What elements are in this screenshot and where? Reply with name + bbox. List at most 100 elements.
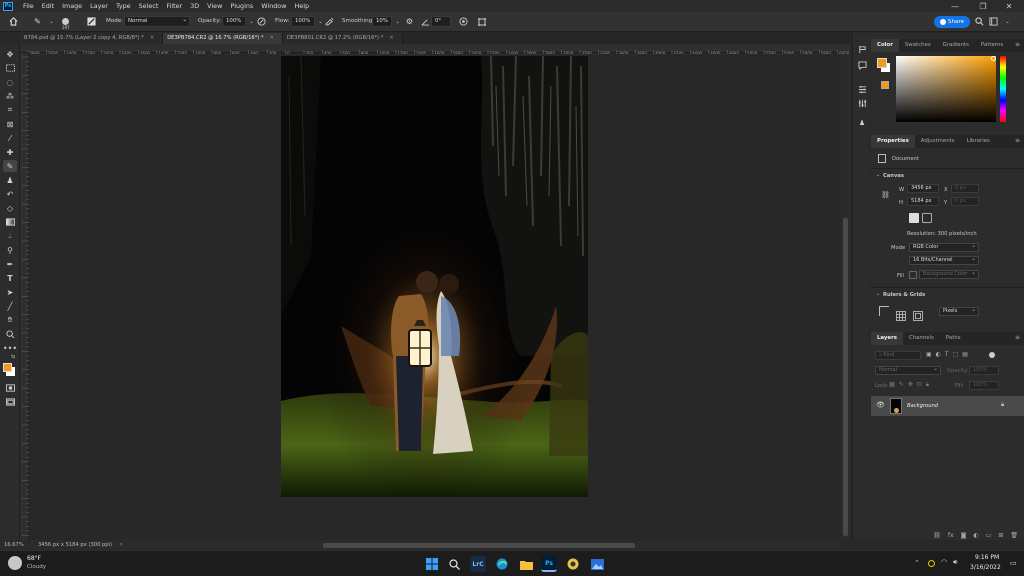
tab-document-2[interactable]: DE3PB784.CR2 @ 16.7% (RGB/16*) * ✕ [163,33,283,44]
tab-paths[interactable]: Paths [940,332,967,345]
weather-temperature[interactable]: 68°F [27,555,41,562]
pixel-filter-icon[interactable]: ▣ [926,351,932,360]
web-color-warning-icon[interactable] [881,81,889,89]
smoothing-field[interactable]: 10% [372,16,392,27]
close-window-button[interactable]: ✕ [994,0,1024,12]
filter-toggle-icon[interactable] [989,352,995,358]
eraser-tool-icon[interactable]: ◇ [3,202,17,214]
layer-fill-field[interactable]: 100% [969,381,999,390]
ruler-units-dropdown[interactable]: Pixels [939,306,979,316]
preset-dropdown-icon[interactable]: ⌄ [46,16,57,27]
layer-mask-icon[interactable]: ◙ [961,532,967,539]
adjustments-sliders-icon[interactable] [856,97,868,109]
chevron-down-icon[interactable]: ⌄ [876,172,880,178]
brush-settings-icon[interactable] [86,16,97,27]
delete-layer-icon[interactable]: 🗑︎ [1010,532,1018,539]
grid-icon[interactable] [896,306,906,321]
quick-mask-icon[interactable] [3,382,17,394]
panel-menu-icon[interactable]: ≡ [1015,334,1020,341]
workspace-dropdown-icon[interactable]: ⌄ [1002,16,1013,27]
lock-position-icon[interactable]: ✥ [908,381,913,390]
menu-window[interactable]: Window [257,2,290,10]
landscape-orientation-icon[interactable] [922,213,932,223]
chevron-down-icon[interactable]: ⌄ [876,291,880,297]
brush-tool-icon[interactable]: ✎ [3,160,17,172]
angle-field[interactable]: 0° [431,16,451,27]
windows-start-icon[interactable] [424,556,440,572]
color-panel-foreground-swatch[interactable] [877,58,887,68]
photoshop-taskbar-icon[interactable]: Ps [541,556,557,572]
height-field[interactable]: 5184 px [907,197,939,206]
hand-tool-icon[interactable]: ✋︎ [3,314,17,326]
history-brush-tool-icon[interactable]: ↶ [3,188,17,200]
rulers-grids-section-title[interactable]: Rulers & Grids [883,292,925,298]
status-menu-icon[interactable]: › [120,541,122,548]
link-layers-icon[interactable]: ⛓ [933,532,941,539]
panel-menu-icon[interactable]: ≡ [1015,41,1020,48]
symmetry-icon[interactable] [476,16,487,27]
brush-tool-icon[interactable]: ✎ [32,16,43,27]
tab-channels[interactable]: Channels [903,332,940,345]
x-field[interactable]: 0 px [951,184,979,193]
fill-color-swatch[interactable] [909,271,917,279]
magic-wand-tool-icon[interactable]: ⁂ [3,90,17,102]
photos-app-icon[interactable] [565,556,581,572]
menu-type[interactable]: Type [112,2,135,10]
clone-stamp-tool-icon[interactable]: ♟ [3,174,17,186]
color-picker-field[interactable] [896,56,996,122]
more-tools-icon[interactable]: ••• [3,342,17,354]
search-icon[interactable] [446,556,462,572]
wifi-icon[interactable]: ◠ [941,558,947,566]
menu-layer[interactable]: Layer [86,2,112,10]
close-tab-icon[interactable]: ✕ [270,35,274,41]
home-icon[interactable] [8,16,19,27]
tab-libraries[interactable]: Libraries [961,135,996,148]
swap-colors-icon[interactable]: ⇆ [11,354,15,360]
horizontal-ruler[interactable]: 2800260024002200200018001600140012001000… [20,44,870,59]
marquee-tool-icon[interactable] [3,62,17,74]
healing-brush-tool-icon[interactable]: ✚ [3,146,17,158]
clone-source-icon[interactable]: ♟ [856,117,868,129]
pressure-size-icon[interactable] [458,16,469,27]
layer-name[interactable]: Background [907,403,938,409]
blur-tool-icon[interactable]: 💧︎ [3,230,17,242]
close-tab-icon[interactable]: ✕ [150,35,154,41]
clock-time[interactable]: 9:16 PM [975,554,999,561]
gradient-tool-icon[interactable] [3,216,17,228]
adjustment-filter-icon[interactable]: ◐ [936,351,941,360]
comments-panel-icon[interactable] [856,59,868,71]
crop-tool-icon[interactable]: ⌗ [3,104,17,116]
menu-image[interactable]: Image [58,2,86,10]
notifications-icon[interactable]: ▭ [1010,559,1017,567]
show-hidden-icons-chevron-icon[interactable]: ⌃ [914,559,920,567]
color-mode-dropdown[interactable]: RGB Color [909,242,979,252]
hue-slider[interactable] [1000,56,1006,122]
layer-opacity-field[interactable]: 100% [969,366,999,375]
tab-layers[interactable]: Layers [871,332,903,345]
shape-filter-icon[interactable]: ⬚ [953,351,959,360]
search-icon[interactable] [974,16,985,27]
frame-tool-icon[interactable]: ⊠ [3,118,17,130]
eyedropper-tool-icon[interactable]: ⁄ [3,132,17,144]
portrait-orientation-icon[interactable] [909,213,919,223]
weather-condition[interactable]: Cloudy [27,564,46,570]
screen-mode-icon[interactable] [3,396,17,408]
menu-filter[interactable]: Filter [162,2,186,10]
zoom-tool-icon[interactable] [3,328,17,340]
zoom-level[interactable]: 16.67% [4,542,24,548]
menu-plugins[interactable]: Plugins [226,2,257,10]
lock-transparent-icon[interactable]: ▦ [889,381,895,390]
smoothing-settings-gear-icon[interactable]: ⚙ [404,16,415,27]
airbrush-icon[interactable] [324,16,335,27]
workspace-icon[interactable] [988,16,999,27]
artboard-icon[interactable]: ⊡ [917,381,922,390]
menu-select[interactable]: Select [135,2,163,10]
menu-edit[interactable]: Edit [38,2,58,10]
color-picker-cursor[interactable] [991,56,996,61]
minimize-button[interactable]: — [940,0,970,12]
flow-field[interactable]: 100% [291,16,315,27]
fill-dropdown[interactable]: Background Color [919,269,979,279]
panel-menu-icon[interactable]: ≡ [1015,137,1020,144]
new-group-icon[interactable]: ▭ [986,532,992,539]
edge-browser-icon[interactable] [494,556,510,572]
